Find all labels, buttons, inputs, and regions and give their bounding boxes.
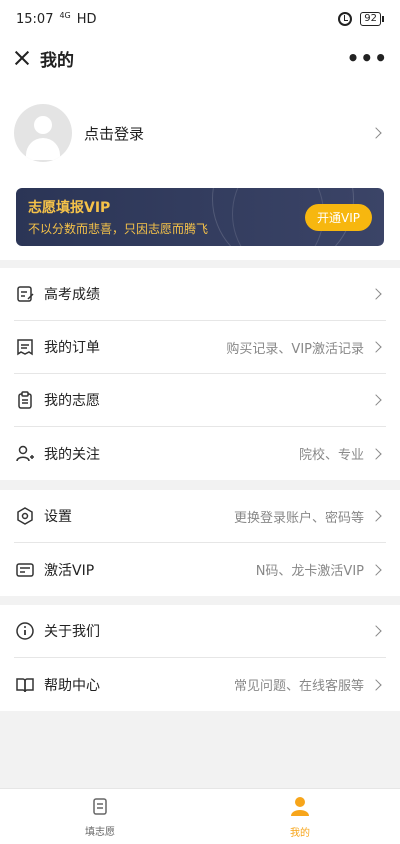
chevron-right-icon [370, 341, 382, 353]
vip-banner[interactable]: 志愿填报VIP 不以分数而悲喜，只因志愿而腾飞 开通VIP [16, 188, 384, 246]
menu-hint: 更换登录账户、密码等 [233, 510, 364, 526]
nav-bar: 我的 ••• [0, 38, 400, 78]
menu-item-scores[interactable]: 高考成绩 [14, 268, 386, 321]
alarm-icon [338, 12, 353, 26]
user-follow-icon [14, 443, 36, 465]
chevron-right-icon [370, 625, 382, 637]
receipt-icon [14, 336, 36, 358]
form-icon [90, 796, 110, 820]
bottom-tab-bar: 填志愿 我的 [0, 788, 400, 844]
more-options-icon[interactable]: ••• [347, 46, 388, 70]
chevron-right-icon [370, 447, 382, 460]
chevron-right-icon [370, 127, 382, 139]
chevron-right-icon [370, 288, 382, 300]
status-time: 15:07 [16, 11, 54, 27]
profile-section: 点击登录 志愿填报VIP 不以分数而悲喜，只因志愿而腾飞 开通VIP [0, 78, 400, 260]
menu-item-my-choices[interactable]: 我的志愿 [14, 374, 386, 427]
menu-item-about[interactable]: 关于我们 [14, 605, 386, 658]
edit-score-icon [14, 283, 36, 305]
info-icon [14, 620, 36, 642]
tab-label: 填志愿 [85, 826, 115, 838]
menu-hint: N码、龙卡激活VIP [255, 564, 364, 579]
menu-hint: 购买记录、VIP激活记录 [226, 341, 364, 357]
menu-group-help: 关于我们 帮助中心 常见问题、在线客服等 [0, 605, 400, 711]
chevron-right-icon [370, 510, 382, 522]
avatar [14, 104, 72, 162]
tab-mine[interactable]: 我的 [200, 789, 400, 844]
menu-group-settings: 设置 更换登录账户、密码等 激活VIP N码、龙卡激活VIP [0, 490, 400, 596]
menu-label: 我的志愿 [44, 393, 100, 409]
signal-hd-label: HD [76, 11, 97, 27]
status-bar: 15:07 4G HD 92 [0, 0, 400, 38]
menu-item-settings[interactable]: 设置 更换登录账户、密码等 [14, 490, 386, 543]
menu-label: 关于我们 [44, 624, 100, 640]
book-icon [14, 674, 36, 696]
menu-label: 高考成绩 [44, 287, 100, 303]
menu-hint: 院校、专业 [298, 448, 364, 463]
login-label: 点击登录 [84, 124, 145, 143]
menu-label: 设置 [44, 509, 72, 525]
vip-subtitle: 不以分数而悲喜，只因志愿而腾飞 [28, 222, 209, 236]
menu-hint: 常见问题、在线客服等 [233, 679, 364, 694]
open-vip-button[interactable]: 开通VIP [305, 203, 372, 231]
menu-item-help-center[interactable]: 帮助中心 常见问题、在线客服等 [14, 658, 386, 711]
card-icon [14, 559, 36, 581]
menu-item-follows[interactable]: 我的关注 院校、专业 [14, 427, 386, 480]
battery-level: 92 [360, 12, 381, 26]
tab-fill-choices[interactable]: 填志愿 [0, 789, 200, 844]
menu-group-account: 高考成绩 我的订单 购买记录、VIP激活记录 我的志愿 我的关注 院校、专业 [0, 268, 400, 480]
menu-item-activate-vip[interactable]: 激活VIP N码、龙卡激活VIP [14, 543, 386, 596]
settings-icon [14, 505, 36, 527]
page-title: 我的 [40, 50, 74, 71]
chevron-right-icon [370, 678, 382, 691]
tab-label: 我的 [290, 827, 310, 839]
menu-label: 我的订单 [44, 340, 100, 356]
menu-label: 我的关注 [44, 446, 100, 463]
chevron-right-icon [370, 563, 382, 576]
login-row[interactable]: 点击登录 [0, 78, 400, 188]
menu-label: 激活VIP [44, 562, 95, 579]
menu-label: 帮助中心 [44, 677, 100, 694]
battery-icon: 92 [360, 12, 384, 26]
network-indicator: 4G [59, 11, 71, 20]
vip-title: 志愿填报VIP [28, 200, 111, 216]
chevron-right-icon [370, 394, 382, 406]
close-icon[interactable] [12, 48, 32, 68]
profile-icon [289, 795, 311, 821]
menu-item-orders[interactable]: 我的订单 购买记录、VIP激活记录 [14, 321, 386, 374]
clipboard-icon [14, 389, 36, 411]
